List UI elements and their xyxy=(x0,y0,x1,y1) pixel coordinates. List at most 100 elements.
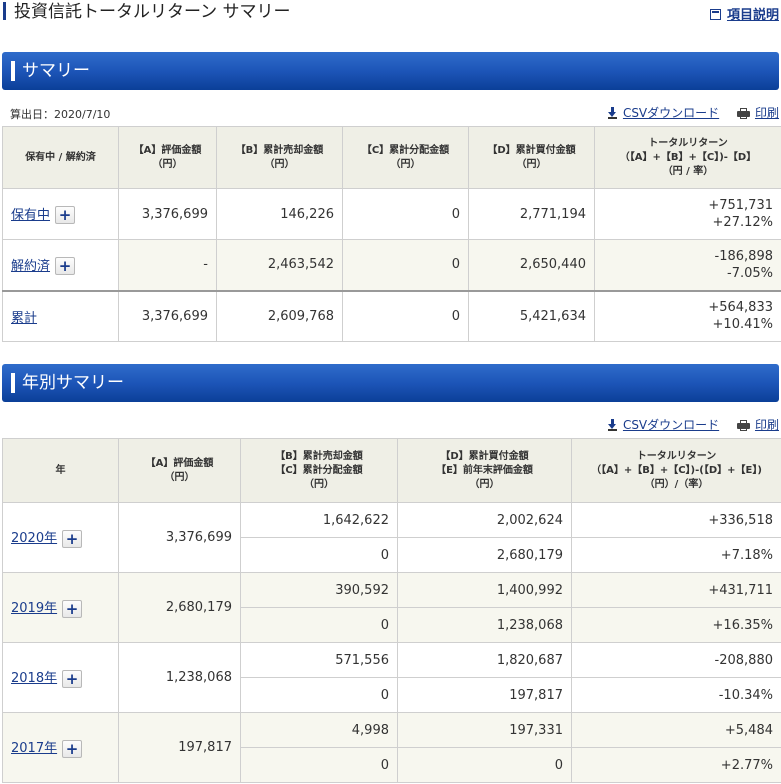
row-label-link[interactable]: 保有中 xyxy=(11,208,50,223)
expand-plus-button[interactable]: + xyxy=(62,599,83,618)
expand-plus-button[interactable]: + xyxy=(55,257,76,275)
summary-header-row: 保有中 / 解約済 【A】評価金額 （円） 【B】累計売却金額 （円） 【C】累計分配金額… xyxy=(2,126,781,189)
expand-plus-button[interactable]: + xyxy=(62,529,83,548)
value-cell-a: 3,376,699 xyxy=(118,502,241,573)
value-cell-d: 2,002,624 xyxy=(397,502,572,538)
summary-table: 保有中 / 解約済 【A】評価金額 （円） 【B】累計売却金額 （円） 【C】累計分配金額… xyxy=(2,126,781,342)
value-cell-b: 4,998 xyxy=(240,712,398,748)
value-cell-a: 2,680,179 xyxy=(118,572,241,643)
csv-label: CSVダウンロード xyxy=(622,106,720,120)
year-link[interactable]: 2019年 xyxy=(11,601,57,616)
year-cell: 2020年 + xyxy=(2,502,119,573)
year-link[interactable]: 2018年 xyxy=(11,671,57,686)
download-icon xyxy=(607,419,617,431)
download-icon xyxy=(607,107,617,119)
value-cell-a: 3,376,699 xyxy=(118,289,217,342)
table-row: 2019年 +2,680,179 390,592 1,400,992 +431,711 xyxy=(2,572,781,643)
return-rate: +27.12% xyxy=(712,215,773,230)
yearly-tools: CSVダウンロード 印刷 xyxy=(607,416,779,433)
summary-section-title: サマリー xyxy=(22,61,90,81)
total-return-cell: -186,898 -7.05% xyxy=(594,239,781,291)
summary-tools: CSVダウンロード 印刷 xyxy=(607,104,779,121)
return-amount-cell: -208,880 xyxy=(571,642,781,678)
row-label-link[interactable]: 累計 xyxy=(11,311,37,326)
value-cell-e: 2,680,179 xyxy=(397,537,572,573)
yearly-table: 年【A】評価金額 （円） 【B】累計売却金額 【C】累計分配金額 （円） 【D】累計買付金… xyxy=(2,438,781,783)
summary-section-header: サマリー xyxy=(2,52,779,90)
value-cell-a: - xyxy=(118,239,217,291)
summary-header-cell: 【B】累計売却金額 （円） xyxy=(216,126,343,189)
summary-header-cell: 【A】評価金額 （円） xyxy=(118,126,217,189)
row-label-link[interactable]: 解約済 xyxy=(11,259,50,274)
value-cell-b: 571,556 xyxy=(240,642,398,678)
yearly-header-cell: トータルリターン （【A】+【B】+【C】)-(【D】+【E】) （円）/（率） xyxy=(571,438,781,503)
total-return-cell: +564,833 +10.41% xyxy=(594,289,781,342)
value-cell-e: 197,817 xyxy=(397,677,572,713)
value-cell-b: 2,609,768 xyxy=(216,289,343,342)
table-row: 解約済 + -2,463,542 0 2,650,440 -186,898 -7.05% xyxy=(2,239,781,291)
help-link-label: 項目説明 xyxy=(726,8,779,23)
value-cell-a: 197,817 xyxy=(118,712,241,783)
yearly-csv-download-link[interactable]: CSVダウンロード xyxy=(607,418,720,432)
print-icon xyxy=(736,108,750,119)
summary-header-cell: 【D】累計買付金額 （円） xyxy=(468,126,595,189)
return-rate: +10.41% xyxy=(712,317,773,333)
row-label-cell: 保有中 + xyxy=(2,188,119,240)
yearly-header-cell: 【A】評価金額 （円） xyxy=(118,438,241,503)
value-cell-d: 1,820,687 xyxy=(397,642,572,678)
value-cell-b: 146,226 xyxy=(216,188,343,240)
expand-plus-button[interactable]: + xyxy=(62,669,83,688)
value-cell-a: 3,376,699 xyxy=(118,188,217,240)
yearly-section-title: 年別サマリー xyxy=(22,373,124,393)
value-cell-c: 0 xyxy=(342,188,469,240)
yearly-header-cell: 年 xyxy=(2,438,119,503)
table-row: 2020年 +3,376,699 1,642,622 2,002,624 +336,51… xyxy=(2,502,781,573)
return-rate-cell: +7.18% xyxy=(571,537,781,573)
summary-csv-download-link[interactable]: CSVダウンロード xyxy=(607,106,720,120)
yearly-header-row: 年【A】評価金額 （円） 【B】累計売却金額 【C】累計分配金額 （円） 【D】累計買付金… xyxy=(2,438,781,503)
year-cell: 2018年 + xyxy=(2,642,119,713)
summary-header-cell: 保有中 / 解約済 xyxy=(2,126,119,189)
yearly-section-header: 年別サマリー xyxy=(2,364,779,402)
return-amount: +564,833 xyxy=(708,300,773,316)
value-cell-d: 1,400,992 xyxy=(397,572,572,608)
help-link[interactable]: 項目説明 xyxy=(709,4,779,23)
summary-header-cell: トータルリターン （【A】+【B】+【C】)-【D】 （円 / 率） xyxy=(594,126,781,189)
yearly-header-cell: 【B】累計売却金額 【C】累計分配金額 （円） xyxy=(240,438,398,503)
value-cell-c: 0 xyxy=(342,289,469,342)
return-rate: -7.05% xyxy=(727,265,773,281)
row-label-cell: 累計 xyxy=(2,289,119,342)
year-link[interactable]: 2017年 xyxy=(11,741,57,756)
section-accent-bar xyxy=(11,373,15,393)
total-return-cell: +751,731 +27.12% xyxy=(594,188,781,240)
value-cell-b: 1,642,622 xyxy=(240,502,398,538)
year-cell: 2017年 + xyxy=(2,712,119,783)
yearly-print-link[interactable]: 印刷 xyxy=(755,418,779,432)
return-amount-cell: +5,484 xyxy=(571,712,781,748)
section-accent-bar xyxy=(11,61,15,81)
summary-print-link[interactable]: 印刷 xyxy=(755,106,779,120)
value-cell-e: 0 xyxy=(397,747,572,783)
return-amount: +751,731 xyxy=(708,198,773,213)
value-cell-d: 197,331 xyxy=(397,712,572,748)
calc-date: 算出日：2020/7/10 xyxy=(10,108,111,121)
year-link[interactable]: 2020年 xyxy=(11,531,57,546)
title-accent-bar xyxy=(3,2,6,20)
expand-plus-button[interactable]: + xyxy=(55,206,76,225)
value-cell-d: 5,421,634 xyxy=(468,289,595,342)
table-row: 累計 3,376,699 2,609,768 0 5,421,634 +564,833 +1… xyxy=(2,289,781,342)
value-cell-b: 2,463,542 xyxy=(216,239,343,291)
value-cell-a: 1,238,068 xyxy=(118,642,241,713)
page-title: 投資信託トータルリターン サマリー xyxy=(14,2,291,22)
value-cell-d: 2,650,440 xyxy=(468,239,595,291)
value-cell-c: 0 xyxy=(240,607,398,643)
table-row: 2017年 +197,817 4,998 197,331 +5,484 xyxy=(2,712,781,783)
table-row: 保有中 +3,376,699 146,226 0 2,771,194 +751,731 +2… xyxy=(2,188,781,240)
summary-header-cell: 【C】累計分配金額 （円） xyxy=(342,126,469,189)
print-icon xyxy=(736,420,750,431)
value-cell-b: 390,592 xyxy=(240,572,398,608)
table-row: 2018年 +1,238,068 571,556 1,820,687 -208,880 xyxy=(2,642,781,713)
yearly-header-cell: 【D】累計買付金額 【E】前年末評価金額 （円） xyxy=(397,438,572,503)
expand-plus-button[interactable]: + xyxy=(62,739,83,758)
csv-label: CSVダウンロード xyxy=(622,418,720,432)
